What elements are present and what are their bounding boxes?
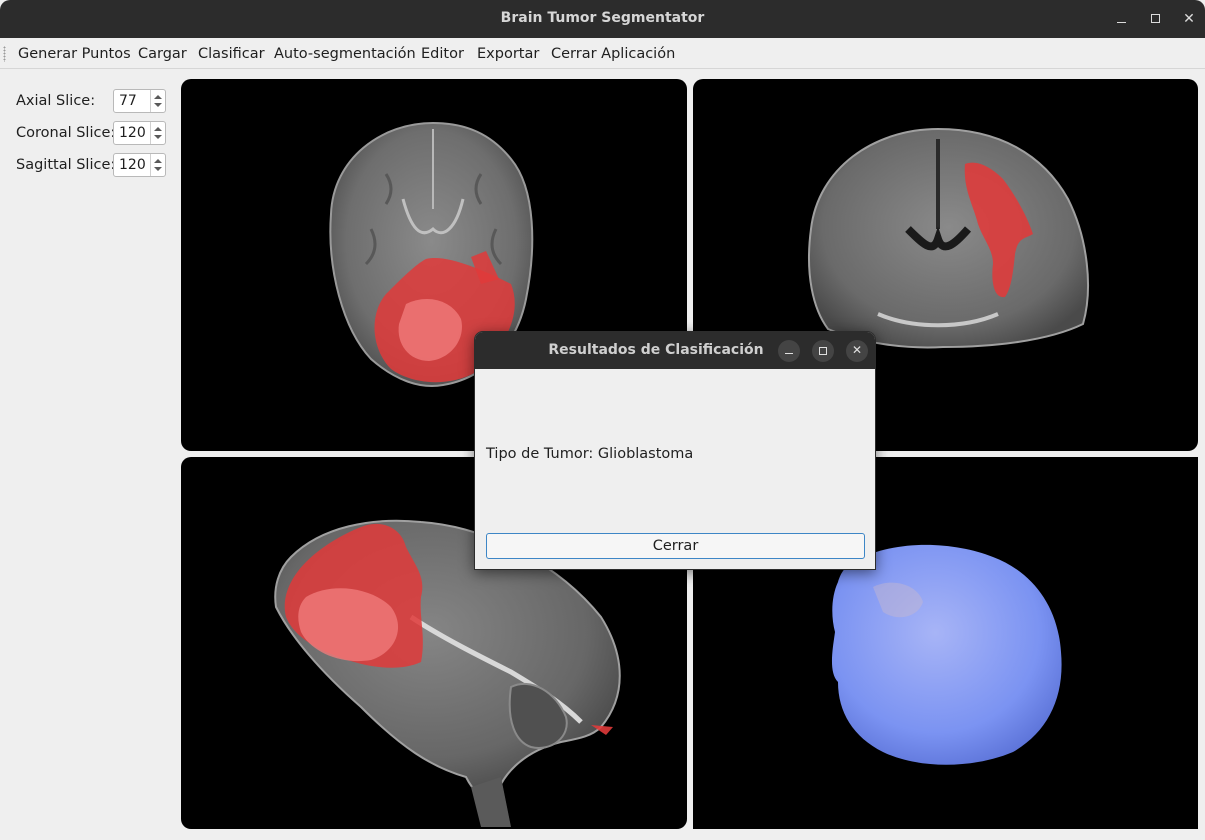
dialog-maximize-button[interactable] <box>812 340 834 362</box>
window-titlebar[interactable]: Brain Tumor Segmentator ✕ <box>0 0 1205 38</box>
window-title: Brain Tumor Segmentator <box>500 10 705 26</box>
axial-slice-label: Axial Slice: <box>16 93 96 109</box>
sagittal-slice-label: Sagittal Slice: <box>16 157 116 173</box>
maximize-button[interactable] <box>1144 8 1166 30</box>
minimize-button[interactable] <box>1110 8 1132 30</box>
menu-exportar[interactable]: Exportar <box>477 46 539 62</box>
classification-dialog: Resultados de Clasificación ✕ Tipo de Tu… <box>474 331 876 570</box>
tumor-type-result: Tipo de Tumor: Glioblastoma <box>486 446 694 462</box>
chevron-down-icon[interactable] <box>154 135 162 139</box>
chevron-up-icon[interactable] <box>154 127 162 131</box>
maximize-icon <box>1150 14 1160 23</box>
chevron-up-icon[interactable] <box>154 159 162 163</box>
coronal-slice-label: Coronal Slice: <box>16 125 116 141</box>
cerrar-button[interactable]: Cerrar <box>486 533 865 559</box>
minimize-icon <box>785 353 793 354</box>
minimize-icon <box>1116 22 1126 23</box>
chevron-down-icon[interactable] <box>154 103 162 107</box>
sagittal-slice-spinbox[interactable]: 120 <box>113 153 166 177</box>
axial-slice-stepper[interactable] <box>150 90 165 112</box>
coronal-slice-stepper[interactable] <box>150 122 165 144</box>
dialog-minimize-button[interactable] <box>778 340 800 362</box>
coronal-slice-value[interactable]: 120 <box>119 125 146 141</box>
menu-generar-puntos[interactable]: Generar Puntos <box>18 46 131 62</box>
sagittal-slice-value[interactable]: 120 <box>119 157 146 173</box>
dialog-titlebar[interactable]: Resultados de Clasificación ✕ <box>475 332 875 369</box>
axial-slice-spinbox[interactable]: 77 <box>113 89 166 113</box>
menu-cerrar-aplicacion[interactable]: Cerrar Aplicación <box>551 46 675 62</box>
menu-editor[interactable]: Editor <box>421 46 464 62</box>
dialog-close-button[interactable]: ✕ <box>846 340 868 362</box>
close-icon: ✕ <box>1183 11 1195 27</box>
chevron-up-icon[interactable] <box>154 95 162 99</box>
chevron-down-icon[interactable] <box>154 167 162 171</box>
axial-slice-value[interactable]: 77 <box>119 93 137 109</box>
coronal-slice-spinbox[interactable]: 120 <box>113 121 166 145</box>
close-icon: ✕ <box>851 343 863 357</box>
sagittal-slice-stepper[interactable] <box>150 154 165 176</box>
menu-clasificar[interactable]: Clasificar <box>198 46 265 62</box>
maximize-icon <box>819 347 827 355</box>
menu-auto-segmentacion[interactable]: Auto-segmentación <box>274 46 416 62</box>
menu-bar: Generar Puntos Cargar Clasificar Auto-se… <box>0 38 1205 69</box>
menu-cargar[interactable]: Cargar <box>138 46 187 62</box>
main-window: Brain Tumor Segmentator ✕ Generar Puntos… <box>0 0 1205 840</box>
toolbar-grip-icon[interactable] <box>3 46 6 62</box>
close-window-button[interactable]: ✕ <box>1178 8 1200 30</box>
